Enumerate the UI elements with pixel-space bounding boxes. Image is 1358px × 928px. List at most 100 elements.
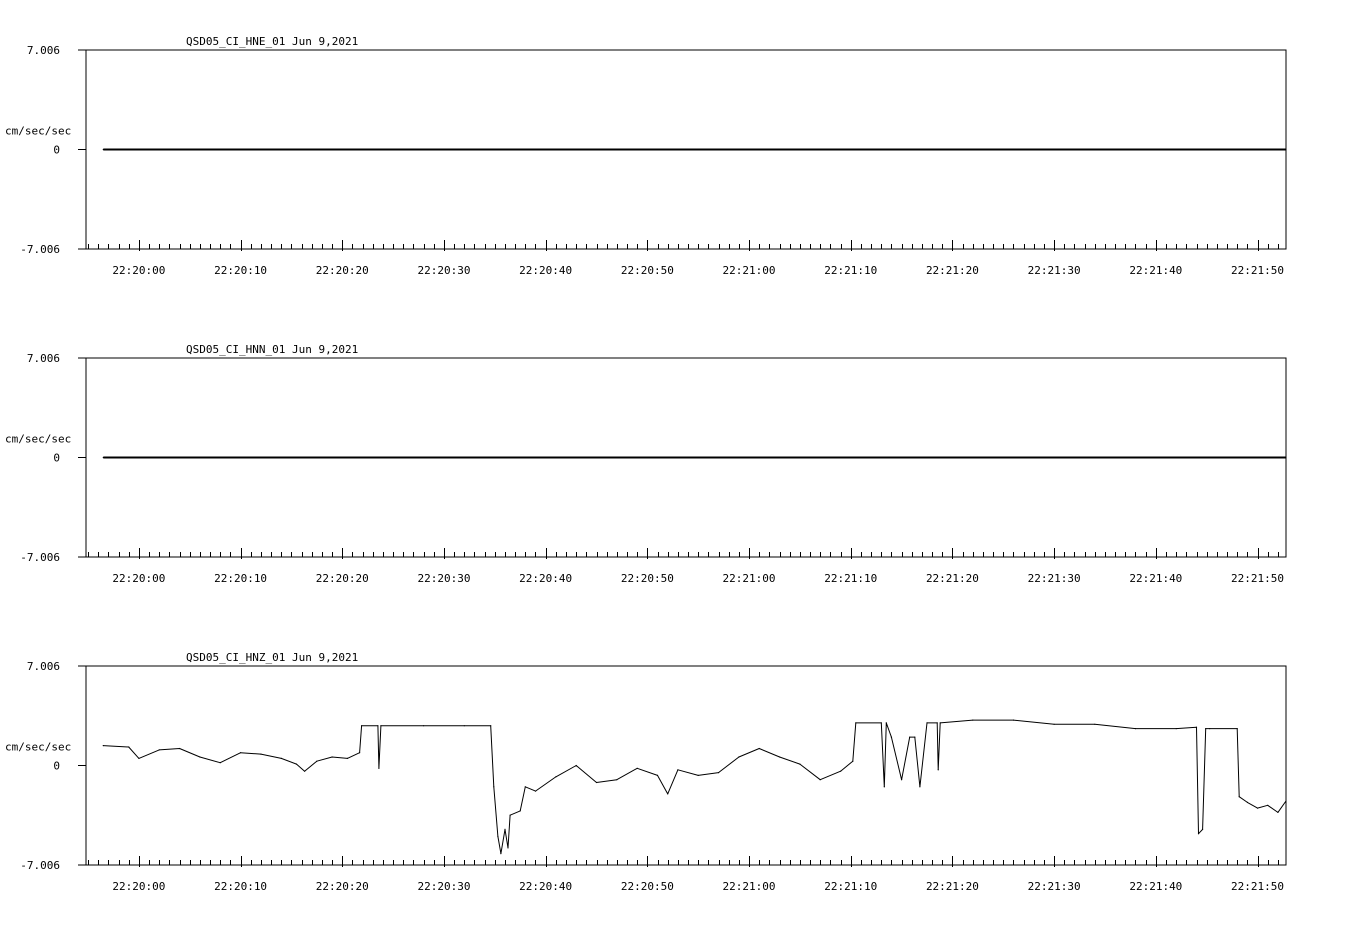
data-point [1134, 728, 1137, 730]
y-axis-label: cm/sec/sec [5, 433, 71, 446]
data-point [179, 747, 181, 750]
x-tick-label: 22:20:00 [112, 264, 165, 277]
y-axis-label: cm/sec/sec [5, 741, 71, 754]
data-point [158, 749, 160, 751]
data-point [656, 774, 659, 777]
data-point [1285, 456, 1287, 459]
data-point [1205, 728, 1207, 730]
x-tick-label: 22:21:40 [1129, 264, 1182, 277]
data-point [1236, 728, 1238, 730]
data-point [926, 722, 928, 724]
data-point [199, 756, 201, 758]
data-point [1195, 726, 1198, 728]
data-point [799, 763, 801, 765]
data-point [260, 753, 262, 755]
data-point [1246, 801, 1248, 804]
x-tick-label: 22:20:40 [519, 572, 572, 585]
data-point [1053, 723, 1055, 725]
data-point [1277, 811, 1279, 814]
data-point [1238, 796, 1240, 798]
x-tick-label: 22:20:30 [417, 880, 470, 893]
data-point [378, 767, 380, 769]
data-point [295, 763, 298, 765]
data-point [497, 835, 499, 838]
data-point [575, 764, 577, 767]
plot-frame [85, 665, 1287, 866]
data-point [138, 757, 140, 760]
x-tick-label: 22:21:50 [1231, 880, 1284, 893]
x-tick-label: 22:21:20 [926, 572, 979, 585]
data-point [1202, 828, 1204, 831]
y-tick-label: 7.006 [27, 660, 60, 673]
data-point [883, 786, 885, 788]
x-tick-label: 22:21:00 [723, 264, 776, 277]
x-tick-label: 22:20:30 [417, 264, 470, 277]
data-point [380, 725, 382, 727]
data-point [1197, 833, 1200, 835]
y-tick-label: -7.006 [20, 243, 60, 256]
x-tick-label: 22:21:40 [1129, 572, 1182, 585]
x-tick-label: 22:21:00 [723, 572, 776, 585]
data-point [890, 736, 893, 738]
data-point [919, 786, 921, 788]
y-tick-label: 7.006 [27, 44, 60, 57]
data-point [667, 793, 669, 795]
x-tick-label: 22:21:10 [824, 880, 877, 893]
data-point [738, 756, 740, 758]
x-tick-label: 22:20:10 [214, 572, 267, 585]
y-tick-label: 7.006 [27, 352, 60, 365]
data-point [1209, 728, 1211, 730]
data-point [524, 786, 526, 788]
x-tick-label: 22:21:10 [824, 572, 877, 585]
data-point [936, 722, 938, 724]
data-point [636, 767, 638, 769]
data-point [1175, 728, 1177, 730]
x-tick-label: 22:21:40 [1129, 880, 1182, 893]
data-point [519, 810, 521, 812]
x-tick-label: 22:20:50 [621, 572, 674, 585]
data-point [316, 760, 318, 762]
data-point [937, 769, 939, 771]
data-point [240, 752, 242, 754]
x-tick-label: 22:20:50 [621, 880, 674, 893]
data-point [677, 769, 679, 771]
data-point [280, 757, 282, 760]
y-tick-label: 0 [53, 144, 60, 157]
data-point [361, 725, 363, 727]
data-point [697, 774, 699, 777]
x-tick-label: 22:20:40 [519, 880, 572, 893]
data-point [490, 725, 492, 727]
data-point [819, 779, 821, 781]
x-tick-label: 22:20:10 [214, 264, 267, 277]
data-point [972, 719, 974, 721]
x-tick-label: 22:21:50 [1231, 264, 1284, 277]
data-point [717, 772, 720, 774]
data-point [885, 722, 887, 724]
data-point [840, 770, 842, 772]
seismogram-stage: QSD05_CI_HNE_01 Jun 9,2021 7.006 0 -7.006 cm… [0, 0, 1358, 924]
x-tick-label: 22:20:20 [316, 572, 369, 585]
x-tick-label: 22:21:30 [1028, 880, 1081, 893]
chart-title: QSD05_CI_HNN_01 Jun 9,2021 [186, 343, 358, 356]
data-point [128, 746, 130, 748]
x-tick-label: 22:21:30 [1028, 264, 1081, 277]
data-point [1012, 719, 1015, 721]
x-tick-label: 22:21:10 [824, 264, 877, 277]
data-point [493, 786, 495, 788]
x-tick-label: 22:20:00 [112, 880, 165, 893]
data-point [914, 736, 916, 738]
data-point [504, 828, 506, 831]
data-point [758, 747, 760, 750]
data-point [423, 725, 425, 727]
data-point [901, 779, 903, 781]
series-line [103, 719, 1287, 855]
data-point [534, 790, 537, 792]
data-point [509, 814, 511, 816]
data-point [1256, 807, 1259, 809]
x-tick-label: 22:21:50 [1231, 572, 1284, 585]
data-point [909, 736, 911, 738]
y-tick-label: -7.006 [20, 859, 60, 872]
x-tick-label: 22:20:10 [214, 880, 267, 893]
x-tick-label: 22:20:00 [112, 572, 165, 585]
y-tick-label: 0 [53, 760, 60, 773]
